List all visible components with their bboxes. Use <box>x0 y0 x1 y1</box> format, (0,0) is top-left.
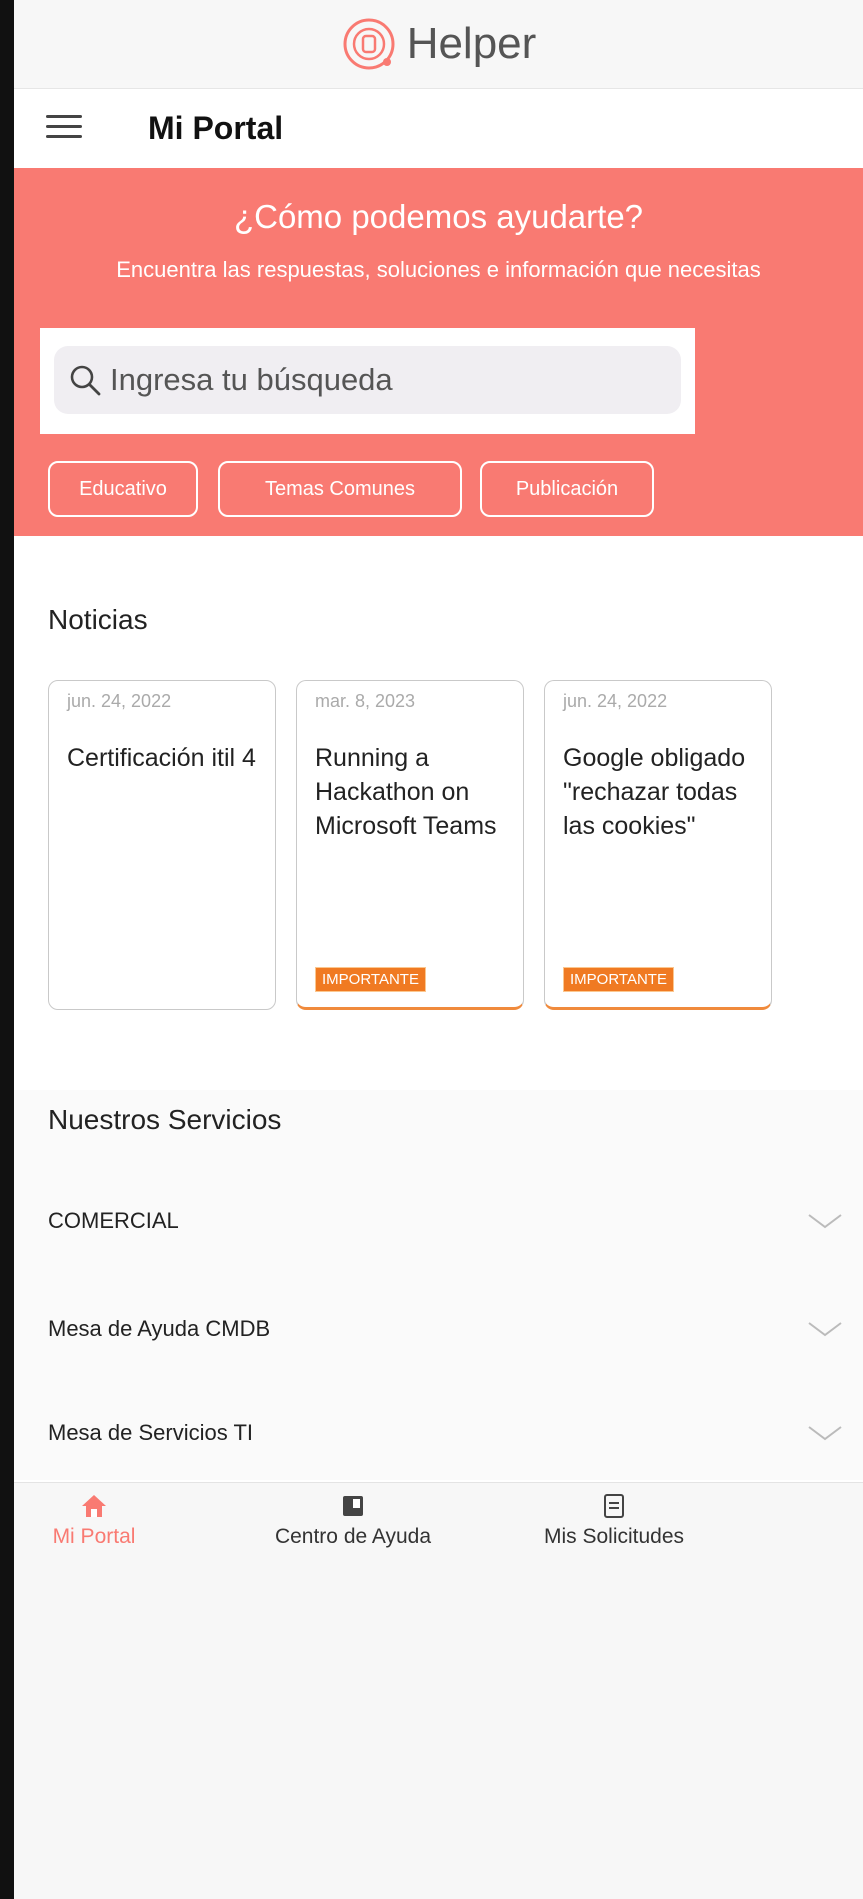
service-row-mesa-ayuda-cmdb[interactable]: Mesa de Ayuda CMDB <box>14 1294 863 1364</box>
hero-subtitle: Encuentra las respuestas, soluciones e i… <box>116 257 761 282</box>
nav-label: Mi Portal <box>52 1525 136 1548</box>
search-icon <box>70 365 101 396</box>
nav-mis-solicitudes[interactable]: Mis Solicitudes <box>514 1483 714 1549</box>
search-box[interactable] <box>54 346 681 414</box>
news-date: jun. 24, 2022 <box>563 691 668 711</box>
menu-icon[interactable] <box>46 115 82 139</box>
services-section-title: Nuestros Servicios <box>48 1104 282 1135</box>
service-label: COMERCIAL <box>48 1208 179 1233</box>
news-title: Running a Hackathon on Microsoft Teams <box>315 744 497 840</box>
search-input[interactable] <box>108 361 672 399</box>
nav-centro-de-ayuda[interactable]: Centro de Ayuda <box>248 1483 458 1549</box>
app-screen: Helper Mi Portal ¿Cómo podemos ayudarte?… <box>14 0 863 1899</box>
service-label: Mesa de Servicios TI <box>48 1420 254 1445</box>
chip-publicacion[interactable]: Publicación <box>480 461 654 517</box>
document-icon <box>604 1494 624 1518</box>
nav-label: Mis Solicitudes <box>543 1525 685 1548</box>
home-icon <box>82 1495 106 1517</box>
news-section-title: Noticias <box>48 604 148 635</box>
page-header: Mi Portal <box>14 88 863 168</box>
book-icon <box>343 1496 363 1516</box>
news-card[interactable]: mar. 8, 2023 Running a Hackathon on Micr… <box>296 680 524 1010</box>
service-row-comercial[interactable]: COMERCIAL <box>14 1186 863 1256</box>
hero-title: ¿Cómo podemos ayudarte? <box>233 198 644 235</box>
helper-logo-icon <box>343 18 395 70</box>
news-date: mar. 8, 2023 <box>315 691 416 711</box>
chevron-down-icon <box>808 1214 842 1229</box>
page-title: Mi Portal <box>148 110 284 146</box>
nav-mi-portal[interactable]: Mi Portal <box>14 1483 174 1549</box>
news-title: Google obligado "rechazar todas las cook… <box>563 744 746 840</box>
news-card[interactable]: jun. 24, 2022 Google obligado "rechazar … <box>544 680 772 1010</box>
chip-temas-comunes[interactable]: Temas Comunes <box>218 461 462 517</box>
bottom-nav: Mi Portal Centro de Ayuda Mis Solicitude… <box>14 1482 863 1899</box>
service-row-mesa-servicios-ti[interactable]: Mesa de Servicios TI <box>14 1398 863 1468</box>
importance-badge: IMPORTANTE <box>563 967 674 992</box>
news-card[interactable]: jun. 24, 2022 Certificación itil 4 <box>48 680 276 1010</box>
app-bar: Helper <box>14 0 863 89</box>
chevron-down-icon <box>808 1426 842 1441</box>
search-container <box>40 328 695 434</box>
hero-banner: ¿Cómo podemos ayudarte? Encuentra las re… <box>14 168 863 536</box>
news-date: jun. 24, 2022 <box>67 691 172 711</box>
app-name: Helper <box>406 19 537 68</box>
chevron-down-icon <box>808 1322 842 1337</box>
chip-educativo[interactable]: Educativo <box>48 461 198 517</box>
logo: Helper <box>341 16 537 72</box>
news-title: Certificación itil 4 <box>67 744 256 772</box>
importance-badge: IMPORTANTE <box>315 967 426 992</box>
nav-label: Centro de Ayuda <box>274 1525 432 1548</box>
service-label: Mesa de Ayuda CMDB <box>48 1316 271 1341</box>
